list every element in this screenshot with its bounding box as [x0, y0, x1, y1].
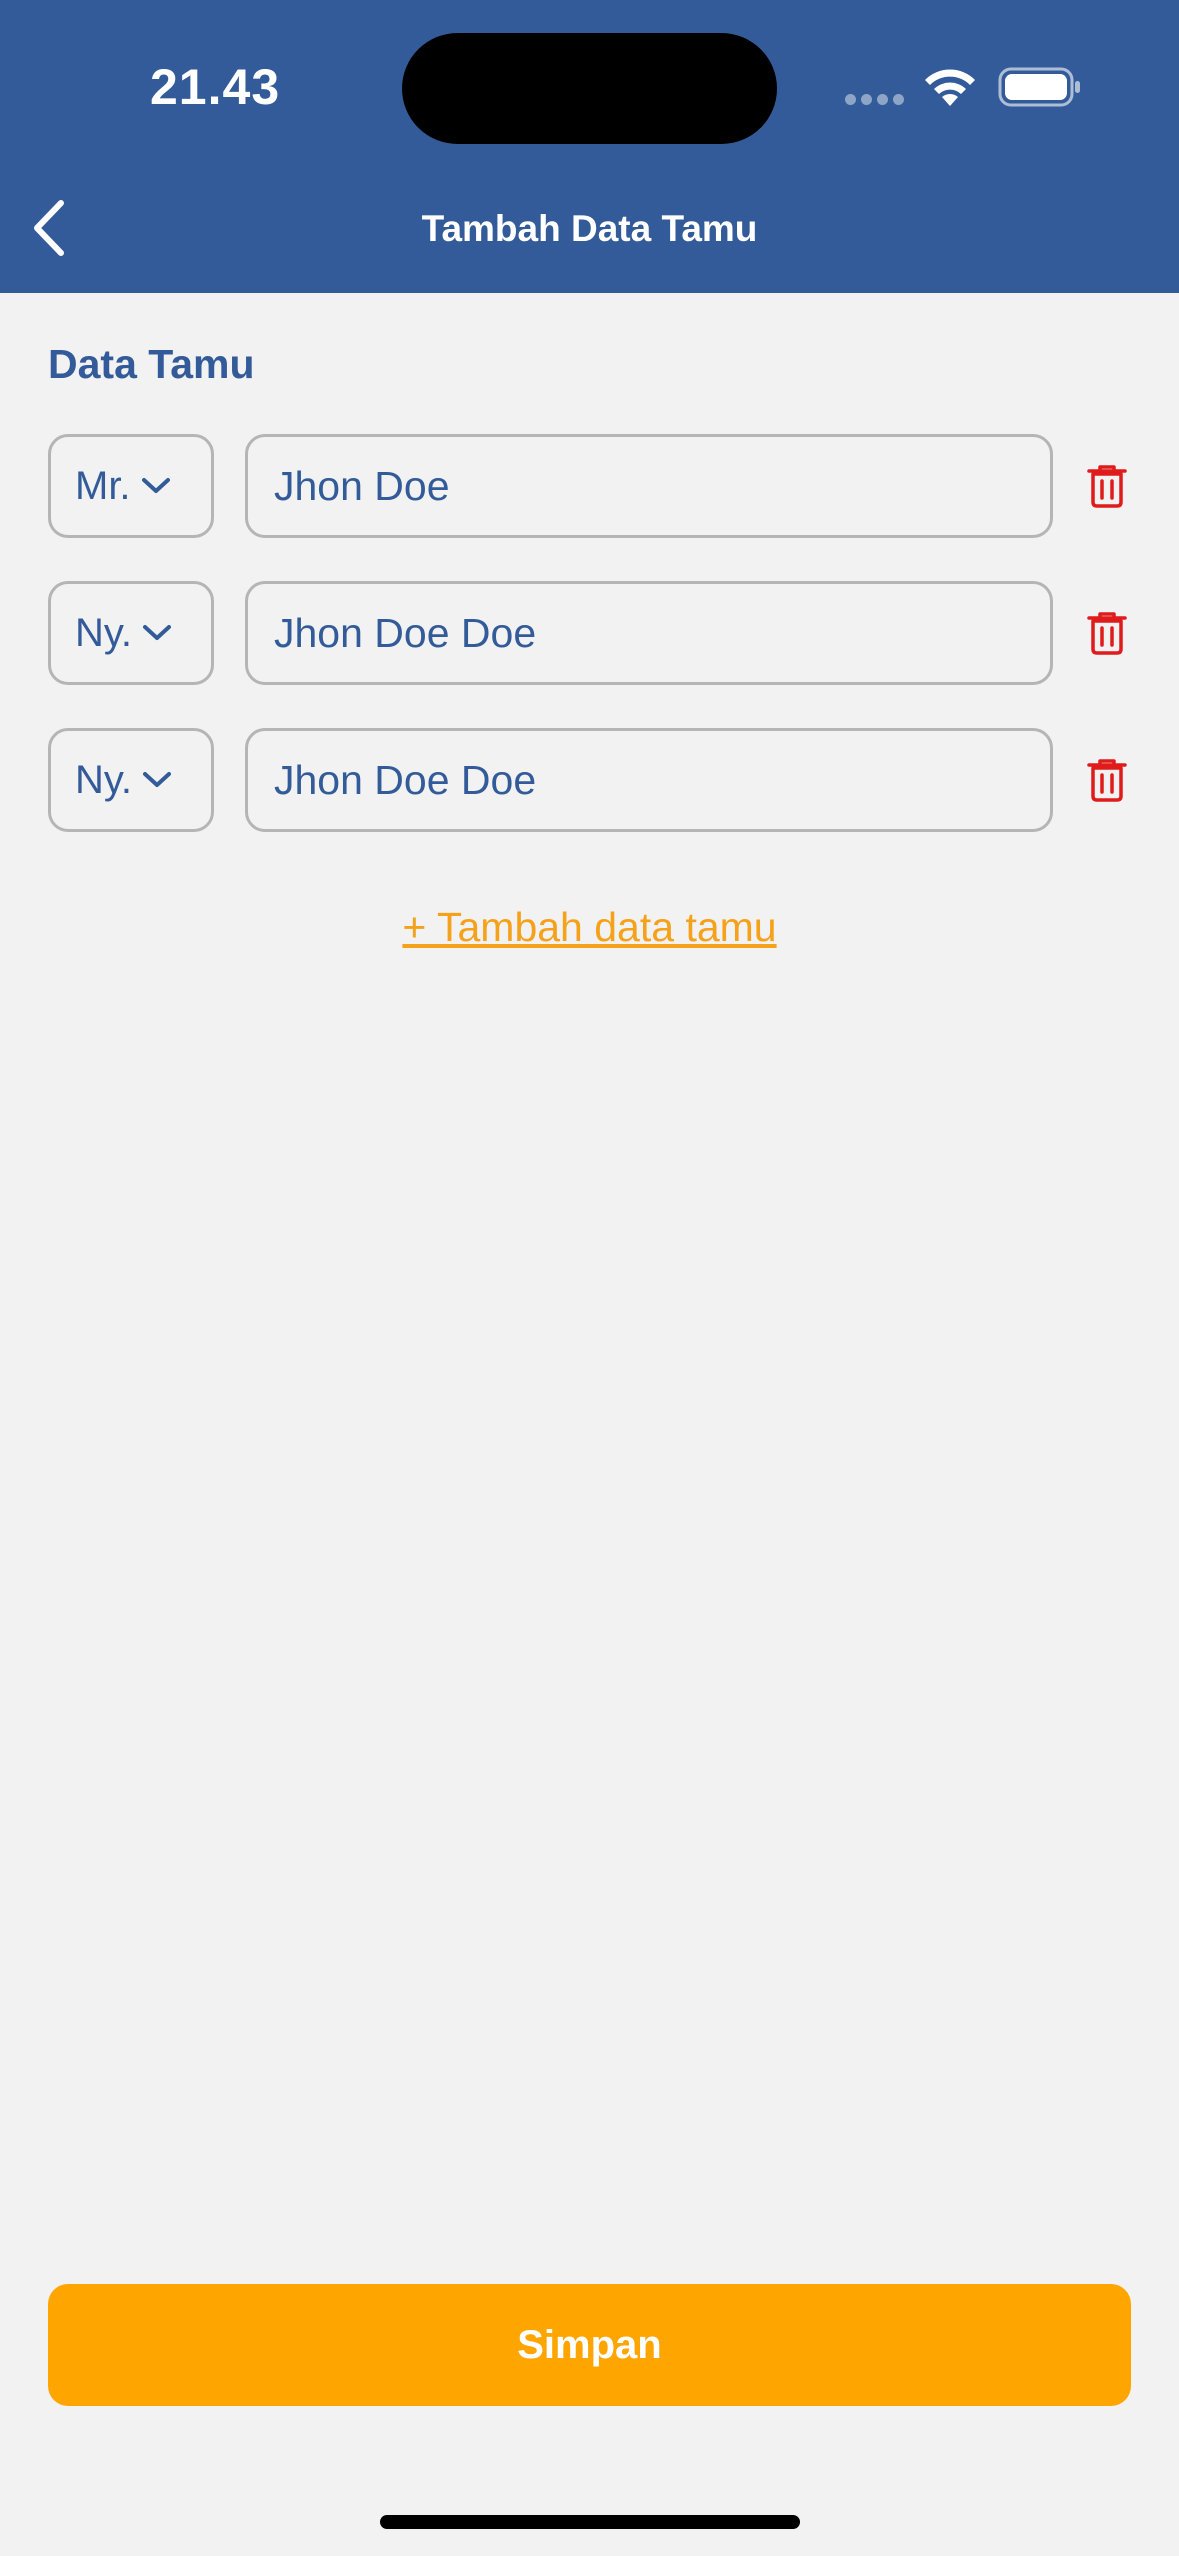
guest-name-input[interactable]: Jhon Doe Doe	[245, 581, 1053, 685]
trash-icon[interactable]	[1085, 464, 1129, 508]
save-button[interactable]: Simpan	[48, 2284, 1131, 2406]
guest-row: Mr. Jhon Doe	[0, 434, 1179, 538]
chevron-down-icon	[143, 625, 172, 640]
add-guest-link[interactable]: + Tambah data tamu	[402, 904, 776, 950]
page-title: Tambah Data Tamu	[421, 208, 758, 249]
chevron-down-icon	[141, 478, 170, 493]
trash-icon[interactable]	[1085, 758, 1129, 802]
cellular-signal-icon	[845, 94, 905, 106]
guest-row: Ny. Jhon Doe Doe	[0, 581, 1179, 685]
salutation-value: Ny.	[75, 757, 133, 802]
dynamic-island	[402, 33, 777, 144]
guest-name-input[interactable]: Jhon Doe Doe	[245, 728, 1053, 832]
home-indicator	[380, 2515, 800, 2529]
trash-icon[interactable]	[1085, 611, 1129, 655]
salutation-select[interactable]: Ny.	[48, 728, 214, 832]
salutation-value: Mr.	[75, 463, 131, 508]
salutation-select[interactable]: Ny.	[48, 581, 214, 685]
guest-row: Ny. Jhon Doe Doe	[0, 728, 1179, 832]
wifi-icon	[925, 69, 975, 106]
app-header: 21.43 Tambah Data Tamu	[0, 0, 1179, 293]
salutation-value: Ny.	[75, 610, 133, 655]
chevron-down-icon	[143, 772, 172, 787]
add-guest-link-container: + Tambah data tamu	[0, 904, 1179, 951]
section-title: Data Tamu	[48, 341, 255, 387]
status-time: 21.43	[150, 59, 281, 115]
battery-icon	[998, 67, 1080, 107]
salutation-select[interactable]: Mr.	[48, 434, 214, 538]
guest-name-input[interactable]: Jhon Doe	[245, 434, 1053, 538]
